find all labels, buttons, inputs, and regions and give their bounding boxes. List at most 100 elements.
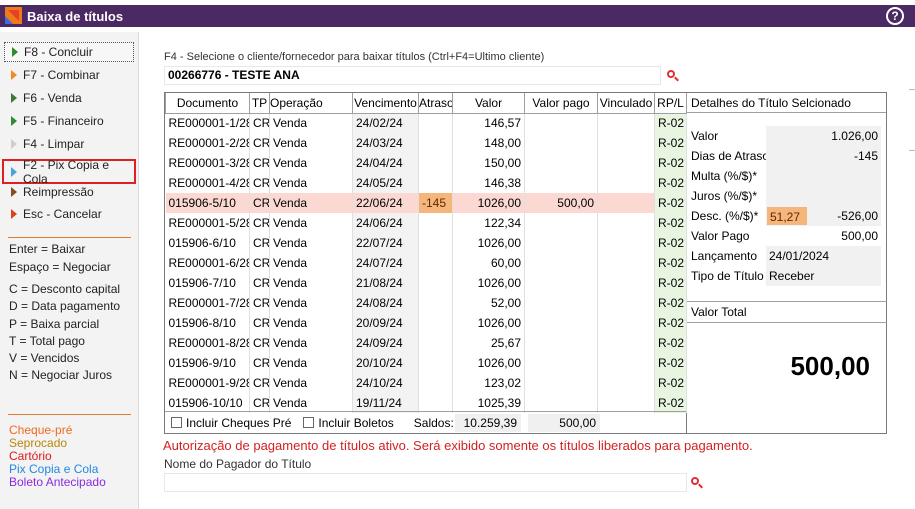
triangle-icon: [11, 93, 17, 103]
cell-vinculado: [597, 153, 655, 173]
shortcut-t: T = Total pago: [9, 334, 85, 348]
cell-valor-pago: [524, 393, 598, 413]
include-cheques-label: Incluir Cheques Pré: [186, 415, 292, 430]
cell-atraso: [418, 113, 453, 133]
client-search-icon[interactable]: [665, 68, 681, 84]
cell-atraso: -145: [418, 193, 453, 213]
cell-tp: CR: [249, 113, 270, 133]
triangle-icon: [11, 70, 17, 80]
cell-vinculado: [597, 373, 655, 393]
cell-valor: 1026,00: [452, 193, 525, 213]
cell-documento: RE000001-9/28: [165, 373, 250, 393]
cell-documento: RE000001-8/28: [165, 333, 250, 353]
cell-operacao: Venda: [269, 293, 353, 313]
table-row[interactable]: 015906-10/10 CR Venda 19/11/24 1025,39 R-02: [165, 393, 687, 413]
payer-name-label: Nome do Pagador do Título: [164, 457, 312, 471]
detail-dias-label: Dias de Atraso: [691, 149, 770, 163]
table-row[interactable]: RE000001-7/28 CR Venda 24/08/24 52,00 R-02: [165, 293, 687, 313]
cell-valor: 150,00: [452, 153, 525, 173]
column-header-vinculado[interactable]: Vinculado: [597, 93, 655, 114]
client-input[interactable]: 00266776 - TESTE ANA: [164, 66, 661, 85]
cell-rpl: R-02: [654, 233, 687, 253]
sale-button[interactable]: F6 - Venda: [4, 88, 134, 108]
details-title: Detalhes do Título Selcionado: [687, 93, 886, 113]
conclude-button[interactable]: F8 - Concluir: [4, 42, 134, 62]
table-row[interactable]: RE000001-8/28 CR Venda 24/09/24 25,67 R-02: [165, 333, 687, 353]
pix-copy-paste-button[interactable]: F2 - Pix Copia e Cola: [2, 158, 136, 186]
cell-atraso: [418, 273, 453, 293]
table-row[interactable]: RE000001-2/28 CR Venda 24/03/24 148,00 R-02: [165, 133, 687, 153]
cell-vencimento: 20/09/24: [352, 313, 419, 333]
cell-atraso: [418, 333, 453, 353]
triangle-icon: [11, 139, 17, 149]
payer-search-icon[interactable]: [689, 475, 705, 491]
column-header-operacao[interactable]: Operação: [269, 93, 353, 114]
cell-vencimento: 22/07/24: [352, 233, 419, 253]
financial-button-label: F5 - Financeiro: [23, 114, 104, 128]
reprint-button[interactable]: Reimpressão: [4, 182, 134, 202]
detail-valor-pago-input[interactable]: 500,00: [766, 226, 881, 246]
clear-button[interactable]: F4 - Limpar: [4, 134, 134, 154]
column-header-valor[interactable]: Valor: [452, 93, 525, 114]
grid-header: Documento TP Operação Vencimento Atraso …: [165, 93, 687, 114]
cell-vencimento: 24/07/24: [352, 253, 419, 273]
cell-valor-pago: [524, 213, 598, 233]
detail-valor: Valor 1.026,00: [691, 126, 881, 146]
triangle-icon: [11, 187, 17, 197]
column-header-tp[interactable]: TP: [249, 93, 270, 114]
cell-vinculado: [597, 333, 655, 353]
column-header-valor-pago[interactable]: Valor pago: [524, 93, 598, 114]
table-row[interactable]: 015906-7/10 CR Venda 21/08/24 1026,00 R-02: [165, 273, 687, 293]
detail-desc-percent[interactable]: 51,27: [767, 207, 807, 225]
cancel-button[interactable]: Esc - Cancelar: [4, 204, 134, 224]
detail-tipo-value: Receber: [766, 266, 881, 286]
shortcut-d: D = Data pagamento: [9, 299, 121, 313]
detail-juros: Juros (%/$)*: [691, 186, 881, 206]
column-header-vencimento[interactable]: Vencimento: [352, 93, 419, 114]
table-row[interactable]: 015906-6/10 CR Venda 22/07/24 1026,00 R-02: [165, 233, 687, 253]
titles-grid[interactable]: Documento TP Operação Vencimento Atraso …: [164, 92, 687, 434]
triangle-icon: [11, 209, 17, 219]
detail-desc-label: Desc. (%/$)*: [691, 209, 759, 223]
table-row[interactable]: 015906-9/10 CR Venda 20/10/24 1026,00 R-02: [165, 353, 687, 373]
table-row[interactable]: RE000001-1/28 CR Venda 24/02/24 146,57 R-02: [165, 113, 687, 133]
column-header-documento[interactable]: Documento: [165, 93, 250, 114]
table-row[interactable]: RE000001-9/28 CR Venda 24/10/24 123,02 R-02: [165, 373, 687, 393]
table-row[interactable]: RE000001-3/28 CR Venda 24/04/24 150,00 R-02: [165, 153, 687, 173]
cell-valor-pago: [524, 333, 598, 353]
cell-tp: CR: [249, 313, 270, 333]
cell-operacao: Venda: [269, 193, 353, 213]
help-icon[interactable]: ?: [886, 7, 904, 25]
shortcut-space: Espaço = Negociar: [9, 260, 111, 274]
cell-valor: 123,02: [452, 373, 525, 393]
detail-juros-input[interactable]: [766, 186, 881, 206]
include-cheques-checkbox[interactable]: [171, 417, 182, 428]
saldo-pago: 500,00: [528, 414, 600, 432]
cell-vinculado: [597, 233, 655, 253]
table-row[interactable]: RE000001-5/28 CR Venda 24/06/24 122,34 R-02: [165, 213, 687, 233]
cell-valor-pago: [524, 173, 598, 193]
shortcut-c: C = Desconto capital: [9, 282, 121, 296]
column-header-rpl[interactable]: RP/L: [654, 93, 687, 114]
detail-multa-input[interactable]: [766, 166, 881, 186]
shortcut-n: N = Negociar Juros: [9, 368, 113, 382]
financial-button[interactable]: F5 - Financeiro: [4, 111, 134, 131]
cell-tp: CR: [249, 393, 270, 413]
total-label: Valor Total: [687, 301, 887, 323]
table-row[interactable]: 015906-5/10 CR Venda 22/06/24 -145 1026,00 500…: [165, 193, 687, 213]
cell-documento: RE000001-2/28: [165, 133, 250, 153]
include-boletos-checkbox[interactable]: [303, 417, 315, 428]
table-row[interactable]: RE000001-6/28 CR Venda 24/07/24 60,00 R-02: [165, 253, 687, 273]
table-row[interactable]: 015906-8/10 CR Venda 20/09/24 1026,00 R-02: [165, 313, 687, 333]
cell-operacao: Venda: [269, 393, 353, 413]
triangle-icon: [12, 47, 18, 57]
combine-button[interactable]: F7 - Combinar: [4, 65, 134, 85]
cell-valor: 60,00: [452, 253, 525, 273]
column-header-atraso[interactable]: Atraso: [418, 93, 453, 114]
cell-atraso: [418, 373, 453, 393]
cell-atraso: [418, 353, 453, 373]
cell-documento: 015906-6/10: [165, 233, 250, 253]
cell-tp: CR: [249, 353, 270, 373]
payer-name-input[interactable]: [164, 473, 687, 492]
table-row[interactable]: RE000001-4/28 CR Venda 24/05/24 146,38 R-02: [165, 173, 687, 193]
